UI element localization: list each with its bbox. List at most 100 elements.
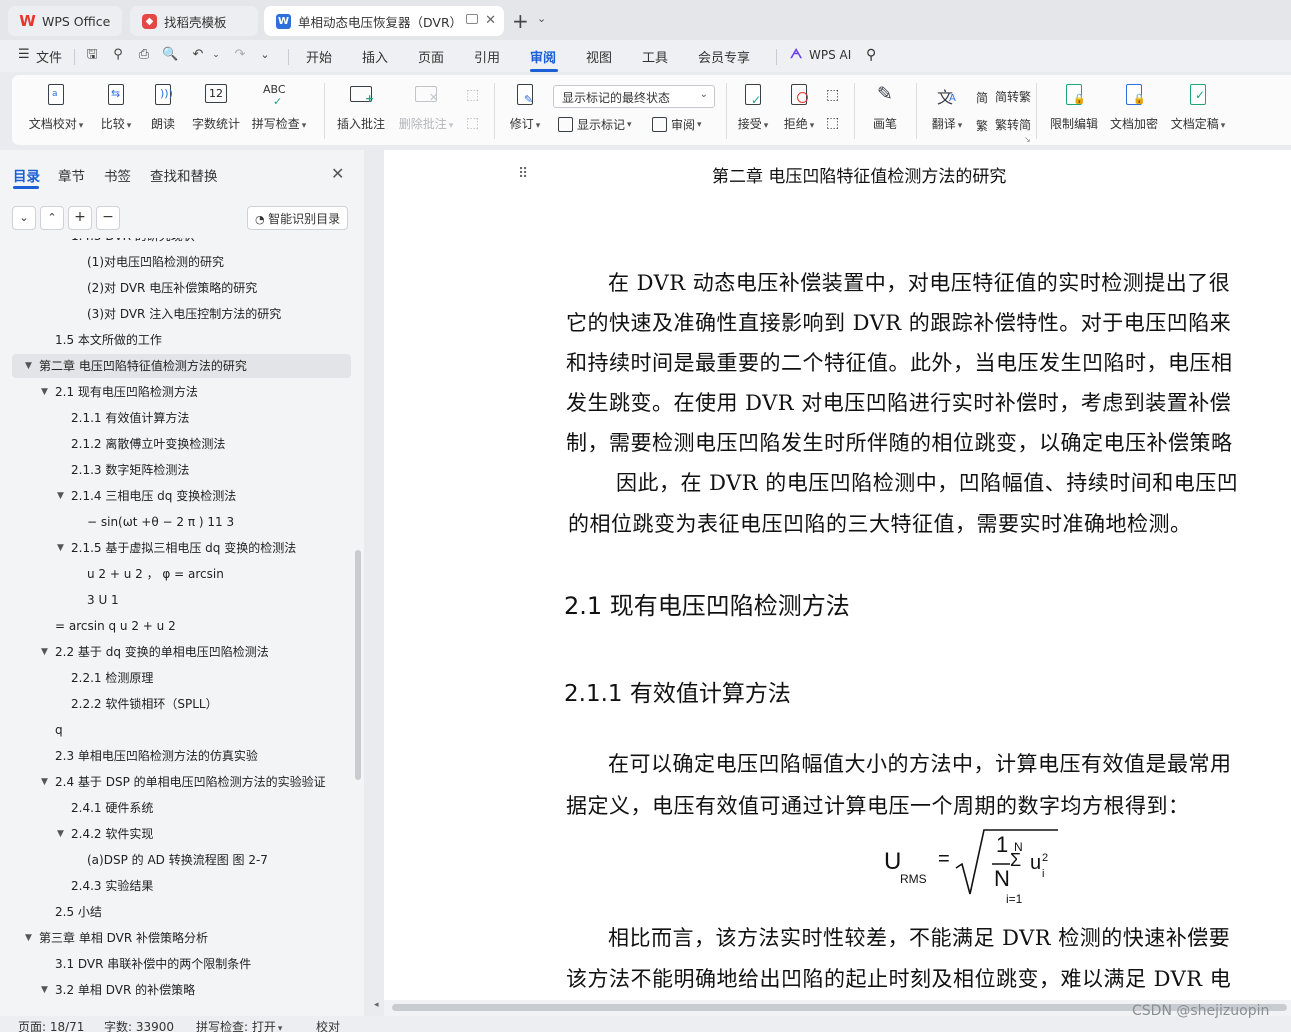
show-markup-button[interactable]: 显示标记 ▾ — [558, 116, 632, 133]
expand-all-chevron-down-icon[interactable]: ⌄ — [12, 206, 36, 230]
toc-item[interactable]: − sin(ωt +θ − 2 π ) 11 3 — [0, 510, 352, 534]
ink-button[interactable]: ✎ 画笔 — [870, 83, 900, 132]
expand-arrow-icon[interactable]: ▼ — [41, 640, 48, 664]
track-changes-button[interactable]: ✎ 修订 ▾ — [506, 83, 544, 132]
menu-page[interactable]: 页面 — [418, 47, 444, 66]
toc-item[interactable]: ▼ 第二章 电压凹陷特征值检测方法的研究 — [12, 354, 351, 378]
expand-arrow-icon[interactable]: ▼ — [25, 354, 32, 378]
toc-item[interactable]: 1.5 本文所做的工作 — [0, 328, 352, 352]
menu-review[interactable]: 审阅 — [530, 47, 556, 66]
toc-item[interactable]: q — [0, 718, 352, 742]
expand-arrow-icon[interactable]: ▼ — [41, 978, 48, 1002]
toc-item[interactable]: (2)对 DVR 电压补偿策略的研究 — [0, 276, 352, 300]
menu-insert[interactable]: 插入 — [362, 47, 388, 66]
toc-scrollbar[interactable] — [355, 550, 361, 780]
toc-item[interactable]: 2.2.1 检测原理 — [0, 666, 352, 690]
toc-item[interactable]: 3.1 DVR 串联补偿中的两个限制条件 — [0, 952, 352, 976]
toc-item[interactable]: 2.1.3 数字矩阵检测法 — [0, 458, 352, 482]
markup-mode-select[interactable]: 显示标记的最终状态 ⌄ — [553, 85, 715, 108]
collapse-chevron-up-icon[interactable]: ⌃ — [40, 206, 64, 230]
undo-icon[interactable]: ↶ — [190, 47, 206, 63]
print-icon[interactable]: ⎙ — [136, 47, 152, 63]
toc-item[interactable]: 3 U 1 — [0, 588, 352, 612]
expand-arrow-icon[interactable]: ▼ — [57, 536, 64, 560]
toc-item[interactable]: ▼ 第三章 单相 DVR 补偿策略分析 — [0, 926, 352, 950]
tab-current-document[interactable]: W 单相动态电压恢复器（DVR） ✕ — [264, 6, 504, 36]
expand-arrow-icon[interactable]: ▼ — [41, 380, 48, 404]
menu-wps-ai[interactable]: WPS AI — [809, 48, 851, 62]
toc-item[interactable]: 2.3 单相电压凹陷检测方法的仿真实验 — [0, 744, 352, 768]
toc-item[interactable]: (a)DSP 的 AD 转换流程图 图 2-7 — [0, 848, 352, 872]
to-traditional-button[interactable]: 简简转繁 — [976, 88, 1031, 105]
doc-check-button[interactable]: a 文档校对 ▾ — [28, 83, 84, 132]
next-comment-icon[interactable]: ⬚ — [466, 115, 479, 131]
chevron-down-icon[interactable]: ⌄ — [257, 47, 273, 63]
close-icon[interactable]: ✕ — [485, 13, 496, 28]
toc-item[interactable]: = arcsin q u 2 + u 2 — [0, 614, 352, 638]
spell-check-button[interactable]: ABC ✓ 拼写检查 ▾ — [250, 83, 308, 132]
toc-item[interactable]: (3)对 DVR 注入电压控制方法的研究 — [0, 302, 352, 326]
word-count-indicator[interactable]: 字数: 33900 — [104, 1018, 174, 1032]
save-icon[interactable]: 🖫 — [84, 47, 100, 63]
toc-item[interactable]: (1)对电压凹陷检测的研究 — [0, 250, 352, 274]
toc-item[interactable]: ▼ 2.4.2 软件实现 — [0, 822, 352, 846]
toc-item[interactable]: 2.5 小结 — [0, 900, 352, 924]
undo-dropdown-icon[interactable]: ⌄ — [208, 47, 224, 63]
toc-item[interactable]: ▼ 2.1.4 三相电压 dq 变换检测法 — [0, 484, 352, 508]
nav-tab-chapters[interactable]: 章节 — [58, 165, 85, 185]
toc-item[interactable]: ▼ 2.1.5 基于虚拟三相电压 dq 变换的检测法 — [0, 536, 352, 560]
proofread-status[interactable]: 校对 — [316, 1018, 340, 1032]
expand-arrow-icon[interactable]: ▼ — [57, 484, 64, 508]
insert-comment-button[interactable]: + 插入批注 — [334, 83, 388, 132]
to-simplified-button[interactable]: 繁繁转简 — [976, 116, 1031, 133]
toc-item[interactable]: 2.1.1 有效值计算方法 — [0, 406, 352, 430]
word-count-button[interactable]: 12 字数统计 — [190, 83, 242, 132]
document-page[interactable]: ⠿ 第二章 电压凹陷特征值检测方法的研究 在 DVR 动态电压补偿装置中，对电压… — [384, 150, 1291, 1000]
print-preview-icon[interactable]: 🔍 — [162, 47, 178, 63]
monitor-icon[interactable] — [466, 14, 478, 24]
pane-splitter[interactable] — [364, 150, 384, 1016]
previous-comment-icon[interactable]: ⬚ — [466, 87, 479, 103]
toc-item[interactable]: 2.4.3 实验结果 — [0, 874, 352, 898]
toc-item[interactable]: ▼ 3.2 单相 DVR 的补偿策略 — [0, 978, 352, 1002]
spell-check-status[interactable]: 拼写检查: 打开 ▾ — [196, 1018, 282, 1032]
expand-arrow-icon[interactable]: ▼ — [57, 822, 64, 846]
menu-file[interactable]: 文件 — [36, 47, 62, 66]
restrict-edit-button[interactable]: 🔒 限制编辑 — [1048, 83, 1100, 132]
menu-home[interactable]: 开始 — [306, 47, 332, 66]
page-indicator[interactable]: 页面: 18/71 — [18, 1018, 84, 1032]
expand-arrow-icon[interactable]: ▼ — [41, 770, 48, 794]
toc-item[interactable]: ▼ 2.1 现有电压凹陷检测方法 — [0, 380, 352, 404]
search-icon[interactable]: ⚲ — [866, 47, 876, 63]
nav-tab-toc[interactable]: 目录 — [13, 165, 40, 185]
toc-item[interactable]: u 2 + u 2 ， φ = arcsin — [0, 562, 352, 586]
menu-view[interactable]: 视图 — [586, 47, 612, 66]
reject-button[interactable]: 拒绝 ▾ — [780, 83, 818, 132]
finalize-button[interactable]: ✓ 文档定稿 ▾ — [1168, 83, 1228, 132]
toc-item[interactable]: 2.2.2 软件锁相环（SPLL） — [0, 692, 352, 716]
menu-member[interactable]: 会员专享 — [698, 47, 750, 66]
accept-button[interactable]: ✓ 接受 ▾ — [734, 83, 772, 132]
tab-docer-templates[interactable]: ◆ 找稻壳模板 — [130, 6, 258, 36]
menu-tools[interactable]: 工具 — [642, 47, 668, 66]
toc-item[interactable]: ▼ 2.2 基于 dq 变换的单相电压凹陷检测法 — [0, 640, 352, 664]
expand-arrow-icon[interactable]: ▼ — [25, 926, 32, 950]
toc-item[interactable]: ▼ 2.4 基于 DSP 的单相电压凹陷检测方法的实验验证 — [0, 770, 352, 794]
nav-tab-find-replace[interactable]: 查找和替换 — [150, 165, 218, 185]
read-aloud-button[interactable]: ))) 朗读 — [148, 83, 178, 132]
review-pane-button[interactable]: 审阅 ▾ — [652, 116, 702, 133]
toc-item[interactable]: 2.4.1 硬件系统 — [0, 796, 352, 820]
close-icon[interactable]: ✕ — [331, 164, 344, 183]
remove-heading-minus-icon[interactable]: − — [96, 206, 120, 230]
wps-ai-icon[interactable]: ᗅ — [790, 47, 802, 62]
ribbon-expand-icon[interactable]: ↘ — [1024, 135, 1031, 144]
nav-tab-bookmarks[interactable]: 书签 — [104, 165, 131, 185]
encrypt-button[interactable]: 🔒 文档加密 — [1108, 83, 1160, 132]
previous-change-icon[interactable]: ⬚ — [826, 87, 839, 103]
chevron-down-icon[interactable]: ⌄ — [537, 12, 546, 25]
scroll-left-icon[interactable]: ◂ — [374, 1000, 379, 1010]
next-change-icon[interactable]: ⬚ — [826, 115, 839, 131]
tab-wps-office[interactable]: W WPS Office — [8, 6, 122, 36]
compare-button[interactable]: ⇆ 比较 ▾ — [96, 83, 136, 132]
new-tab-plus-icon[interactable]: + — [512, 9, 529, 33]
